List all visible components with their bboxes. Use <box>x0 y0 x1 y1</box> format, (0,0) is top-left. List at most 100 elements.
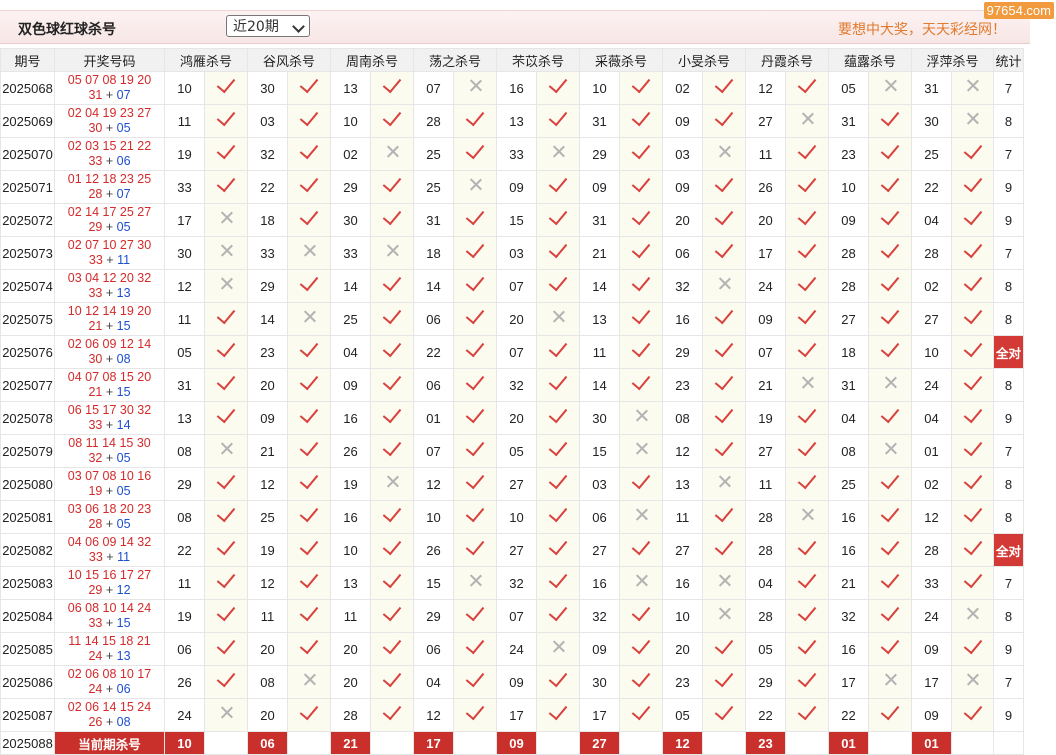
kill-number-cell: 10 <box>413 500 454 534</box>
kill-number-cell: 02 <box>662 71 703 105</box>
kill-number-cell: 32 <box>828 599 869 633</box>
draw-red-line-1: 03 07 08 10 16 <box>67 469 152 483</box>
stat-cell: 7 <box>993 71 1024 105</box>
kill-number-cell: 25 <box>330 302 371 336</box>
plus-sign: + <box>102 484 117 498</box>
check-icon <box>714 106 734 127</box>
kill-number-cell: 22 <box>745 698 786 732</box>
current-kill-number: 09 <box>496 731 537 755</box>
check-icon <box>631 304 651 325</box>
check-icon <box>797 601 817 622</box>
result-mark-cell <box>204 533 248 567</box>
kill-number-cell: 06 <box>662 236 703 270</box>
draw-line-2: 33 + 14 <box>55 418 164 433</box>
kill-number-cell: 02 <box>330 137 371 171</box>
check-icon <box>963 403 982 424</box>
check-icon <box>880 238 900 259</box>
result-mark-cell <box>370 665 414 699</box>
result-mark-cell <box>702 500 746 534</box>
result-mark-cell <box>204 632 248 666</box>
draw-red-line-1: 04 07 08 15 20 <box>67 370 152 384</box>
check-icon <box>797 172 817 193</box>
kill-number-cell: 29 <box>330 170 371 204</box>
result-mark-cell <box>785 632 829 666</box>
result-mark-cell <box>619 599 663 633</box>
kill-number-cell: 01 <box>413 401 454 435</box>
cross-icon <box>884 79 897 92</box>
result-mark-cell <box>453 467 497 501</box>
check-icon <box>548 238 568 259</box>
result-mark-cell <box>453 599 497 633</box>
draw-line-2: 33 + 11 <box>55 253 164 268</box>
result-mark-cell <box>951 401 994 435</box>
current-kill-number: 23 <box>745 731 786 755</box>
check-icon <box>465 238 485 259</box>
period-cell: 2025083 <box>0 566 55 600</box>
result-mark-cell <box>453 665 497 699</box>
draw-blue-ball: 05 <box>116 517 131 531</box>
kill-number-cell: 09 <box>662 104 703 138</box>
kill-number-cell: 12 <box>164 269 205 303</box>
stat-cell: 9 <box>993 401 1024 435</box>
kill-number-cell: 33 <box>911 566 952 600</box>
draw-red-last: 29 <box>88 220 103 234</box>
table-header-row: 期号 开奖号码 鸿雁杀号 谷风杀号 周南杀号 荡之杀号 芣苡杀号 采薇杀号 小旻… <box>0 48 1024 72</box>
period-select[interactable]: 近20期 <box>226 15 310 37</box>
result-mark-cell <box>785 302 829 336</box>
kill-number-cell: 25 <box>911 137 952 171</box>
result-mark-cell <box>619 632 663 666</box>
check-icon <box>631 172 651 193</box>
check-icon <box>465 304 485 325</box>
result-mark-cell <box>453 698 497 732</box>
result-mark-cell <box>287 170 331 204</box>
stat-cell: 8 <box>993 269 1024 303</box>
check-icon <box>548 172 568 193</box>
plus-sign: + <box>102 253 118 267</box>
result-mark-cell <box>204 236 248 270</box>
check-icon <box>714 535 734 556</box>
plus-sign: + <box>102 550 118 564</box>
check-icon <box>382 205 402 226</box>
result-mark-cell <box>536 665 580 699</box>
kill-number-cell: 29 <box>745 665 786 699</box>
kill-number-cell: 30 <box>330 203 371 237</box>
result-mark-cell <box>287 71 331 105</box>
result-mark-cell <box>702 335 746 369</box>
result-mark-cell <box>951 698 994 732</box>
cross-icon <box>884 442 897 455</box>
current-blank-cell <box>370 731 414 755</box>
period-cell: 2025078 <box>0 401 55 435</box>
result-mark-cell <box>785 71 829 105</box>
kill-number-cell: 26 <box>413 533 454 567</box>
result-mark-cell <box>702 698 746 732</box>
kill-number-cell: 14 <box>579 368 620 402</box>
result-mark-cell <box>951 599 994 633</box>
check-icon <box>382 337 402 358</box>
check-icon <box>880 502 900 523</box>
check-icon <box>714 700 734 721</box>
kill-number-cell: 31 <box>828 368 869 402</box>
result-mark-cell <box>868 500 912 534</box>
result-mark-cell <box>951 335 994 369</box>
check-icon <box>714 436 734 457</box>
kill-number-cell: 20 <box>247 632 288 666</box>
kill-number-cell: 27 <box>745 104 786 138</box>
result-mark-cell <box>702 137 746 171</box>
check-icon <box>382 370 402 391</box>
draw-numbers-cell: 04 07 08 15 20 21 + 15 <box>54 368 165 402</box>
check-icon <box>548 700 568 721</box>
plus-sign: + <box>102 385 117 399</box>
check-icon <box>465 106 485 127</box>
draw-red-line-1: 01 12 18 23 25 <box>67 172 152 186</box>
draw-line-2: 24 + 06 <box>55 682 164 697</box>
check-icon <box>216 601 236 622</box>
kill-number-cell: 04 <box>911 401 952 435</box>
stat-cell: 8 <box>993 467 1024 501</box>
draw-red-last: 30 <box>88 121 103 135</box>
draw-numbers-cell: 03 04 12 20 32 33 + 13 <box>54 269 165 303</box>
kill-number-cell: 11 <box>745 137 786 171</box>
stat-cell: 8 <box>993 302 1024 336</box>
draw-numbers-cell: 03 06 18 20 23 28 + 05 <box>54 500 165 534</box>
result-mark-cell <box>536 302 580 336</box>
check-icon <box>299 370 319 391</box>
